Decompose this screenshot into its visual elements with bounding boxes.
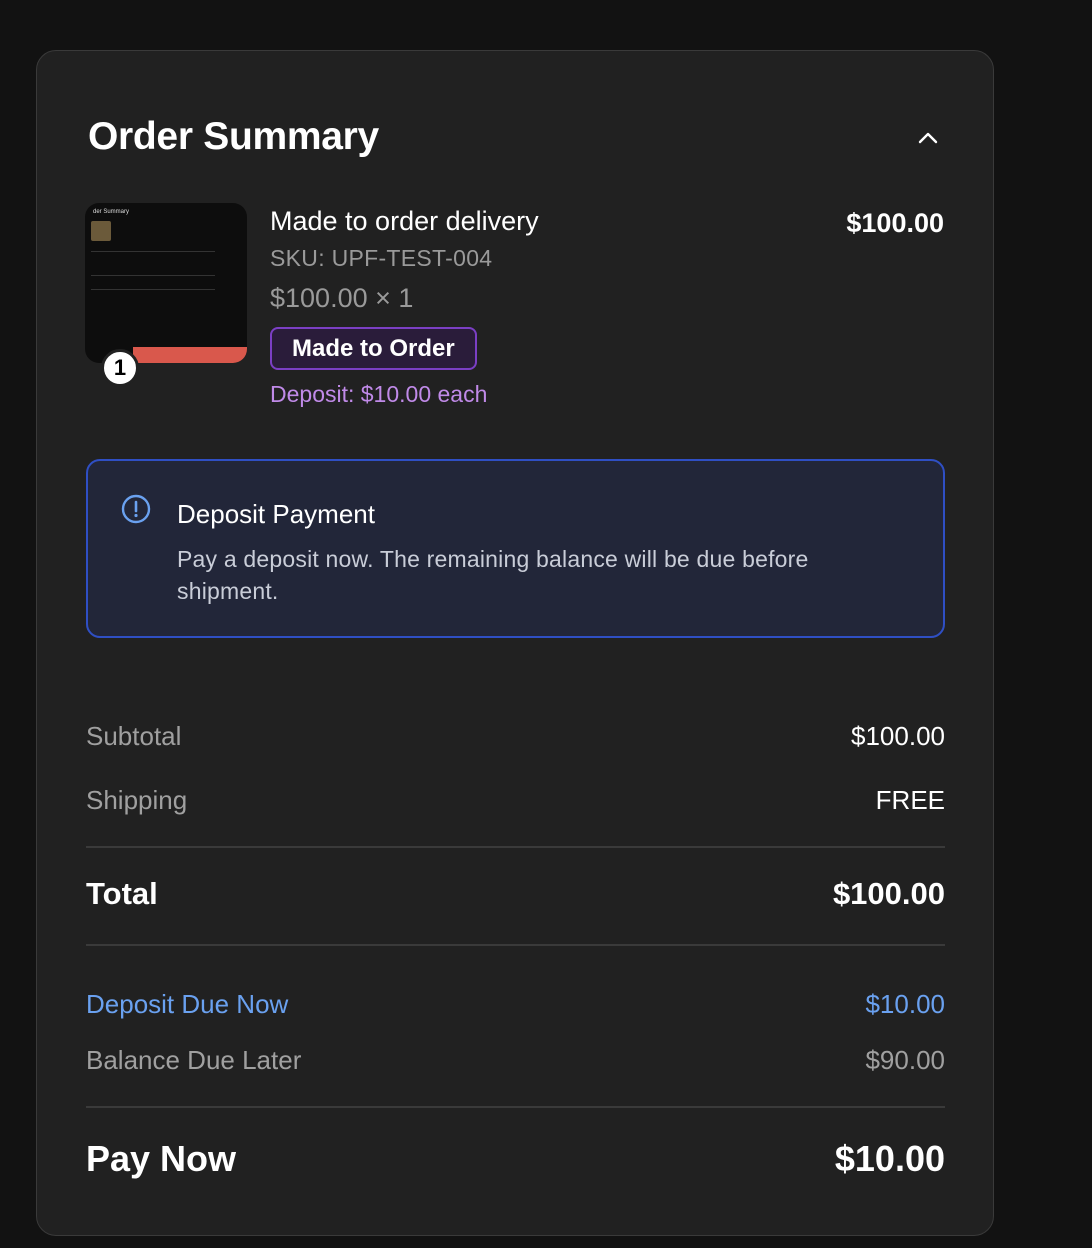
divider — [86, 944, 945, 946]
notice-title: Deposit Payment — [177, 499, 375, 529]
thumbnail-button-bar — [133, 347, 247, 363]
shipping-label: Shipping — [86, 785, 188, 815]
shipping-row: Shipping FREE — [86, 785, 945, 816]
subtotal-row: Subtotal $100.00 — [86, 721, 945, 752]
chevron-up-icon — [918, 132, 938, 144]
notice-text: Pay a deposit now. The remaining balance… — [177, 546, 809, 604]
thumbnail-image — [91, 221, 111, 241]
total-label: Total — [86, 876, 158, 911]
shipping-value: FREE — [875, 785, 945, 815]
quantity-badge: 1 — [101, 349, 139, 387]
balance-due-label: Balance Due Later — [86, 1045, 302, 1075]
collapse-button[interactable] — [911, 121, 945, 155]
divider — [86, 1106, 945, 1108]
divider — [86, 846, 945, 848]
balance-due-value: $90.00 — [865, 1045, 945, 1075]
subtotal-label: Subtotal — [86, 721, 182, 751]
thumbnail-divider — [91, 251, 215, 252]
product-thumbnail: der Summary — [85, 203, 247, 363]
item-price: $100.00 — [846, 208, 944, 238]
total-value: $100.00 — [832, 876, 945, 911]
product-thumbnail-wrap: der Summary 1 — [85, 203, 247, 387]
order-summary-card: Order Summary der Summary 1 Made to orde… — [36, 50, 994, 1236]
balance-due-row: Balance Due Later $90.00 — [86, 1045, 945, 1076]
deposit-notice: Deposit Payment Pay a deposit now. The r… — [86, 459, 945, 638]
thumbnail-divider — [91, 289, 215, 290]
pay-now-value: $10.00 — [834, 1138, 945, 1179]
total-row: Total $100.00 — [86, 876, 945, 912]
made-to-order-badge: Made to Order — [270, 327, 477, 370]
deposit-each-text: Deposit: $10.00 each — [270, 381, 488, 407]
pay-now-row: Pay Now $10.00 — [86, 1138, 945, 1180]
order-summary-title: Order Summary — [88, 115, 379, 158]
deposit-due-value: $10.00 — [865, 989, 945, 1019]
deposit-due-label: Deposit Due Now — [86, 989, 289, 1019]
info-circle-icon — [121, 494, 151, 524]
item-sku: SKU: UPF-TEST-004 — [270, 245, 493, 271]
thumbnail-divider — [91, 275, 215, 276]
pay-now-label: Pay Now — [86, 1138, 237, 1179]
thumbnail-title: der Summary — [93, 209, 130, 215]
item-unit-price: $100.00 × 1 — [270, 283, 414, 313]
subtotal-value: $100.00 — [851, 721, 945, 751]
deposit-due-row: Deposit Due Now $10.00 — [86, 989, 945, 1020]
item-name: Made to order delivery — [270, 206, 539, 236]
